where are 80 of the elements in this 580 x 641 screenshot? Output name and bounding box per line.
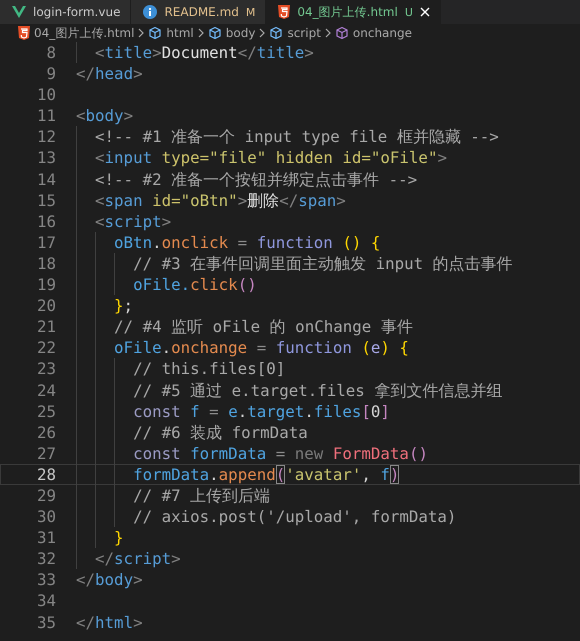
- git-status-letter: M: [246, 6, 256, 18]
- chevron-icon: [259, 28, 266, 38]
- line-number: 10: [36, 84, 57, 106]
- line-number: 27: [36, 442, 57, 464]
- editor-tab[interactable]: README.md M: [131, 0, 266, 24]
- line-number: 13: [36, 147, 57, 169]
- code-line: oFile.onchange = function (e) {: [114, 337, 409, 358]
- code-line: </body>: [76, 569, 143, 590]
- chevron-icon: [324, 28, 331, 38]
- line-number: 11: [36, 105, 57, 126]
- line-number: 19: [36, 274, 57, 296]
- line-number: 30: [36, 506, 57, 528]
- breadcrumb-item[interactable]: html: [166, 26, 194, 40]
- code-line: <span id="oBtn">删除</span>: [95, 190, 346, 211]
- line-number: 23: [36, 358, 57, 380]
- cube-icon: [148, 26, 162, 40]
- breadcrumb-item[interactable]: 04_图片上传.html: [34, 24, 134, 42]
- line-number: 33: [36, 569, 57, 590]
- html-file-icon: [18, 26, 30, 40]
- code-line: <input type="file" hidden id="oFile">: [95, 147, 447, 169]
- code-comment: // #3 在事件回调里面主动触发 input 的点击事件: [133, 252, 513, 274]
- code-comment: // #4 监听 oFile 的 onChange 事件: [114, 316, 413, 338]
- line-number: 35: [36, 612, 57, 633]
- line-number: 14: [36, 168, 57, 190]
- code-line: <script>: [95, 210, 172, 232]
- line-number: 24: [36, 380, 57, 401]
- code-line: };: [114, 295, 134, 316]
- code-line: oFile.click(): [133, 274, 257, 296]
- line-number: 22: [36, 337, 57, 358]
- code-line: </html>: [76, 612, 143, 633]
- line-number: 25: [36, 400, 57, 422]
- line-number: 28: [36, 464, 57, 485]
- line-number: 8: [45, 42, 57, 64]
- git-status-letter: U: [404, 6, 413, 18]
- line-number: 12: [36, 126, 57, 148]
- line-number: 34: [36, 590, 57, 612]
- line-number: 32: [36, 548, 57, 570]
- breadcrumb-item[interactable]: script: [287, 26, 321, 40]
- close-icon[interactable]: [420, 7, 430, 17]
- line-number: 18: [36, 252, 57, 274]
- code-line: const f = e.target.files[0]: [133, 400, 390, 422]
- breadcrumb-item[interactable]: body: [226, 26, 256, 40]
- code-line: oBtn.onclick = function () {: [114, 232, 380, 253]
- code-comment: // #5 通过 e.target.files 拿到文件信息并组: [133, 380, 502, 401]
- line-number: 21: [36, 316, 57, 338]
- code-line: <title>Document</title>: [95, 42, 314, 64]
- line-number: 16: [36, 210, 57, 232]
- code-line: formData.append('avatar', f): [133, 464, 400, 485]
- code-comment: <!-- #1 准备一个 input type file 框并隐藏 -->: [95, 126, 499, 148]
- line-number: 9: [45, 63, 57, 84]
- cube-icon: [334, 26, 349, 40]
- line-number: 31: [36, 527, 57, 548]
- vue-icon: [12, 6, 26, 18]
- chevron-icon: [198, 28, 204, 38]
- tab-label: login-form.vue: [33, 5, 120, 19]
- code-line: </head>: [76, 63, 143, 84]
- html-file-icon: [278, 5, 290, 19]
- cube-icon: [269, 26, 284, 40]
- line-number: 20: [36, 295, 57, 316]
- line-number: 26: [36, 422, 57, 443]
- chevron-icon: [138, 28, 144, 38]
- tab-label: README.md: [164, 5, 239, 19]
- code-comment: // #6 装成 formData: [133, 422, 308, 443]
- code-line: }: [114, 527, 124, 548]
- editor-tab[interactable]: login-form.vue: [0, 0, 132, 24]
- code-line: <body>: [76, 105, 134, 126]
- line-number: 15: [36, 190, 57, 211]
- editor-tab[interactable]: 04_图片上传.html U: [266, 0, 441, 24]
- code-comment: // this.files[0]: [133, 358, 286, 380]
- code-comment: <!-- #2 准备一个按钮并绑定点击事件 -->: [95, 168, 418, 190]
- line-number: 29: [36, 484, 57, 506]
- line-number: 17: [36, 232, 57, 253]
- info-icon: [143, 5, 158, 19]
- code-comment: // #7 上传到后端: [133, 484, 270, 506]
- code-line: const formData = new FormData(): [133, 442, 428, 464]
- code-line: </script>: [95, 548, 181, 570]
- breadcrumb-item[interactable]: onchange: [352, 26, 412, 40]
- tab-label: 04_图片上传.html: [297, 4, 398, 20]
- code-comment: // axios.post('/upload', formData): [133, 506, 456, 528]
- cube-icon: [208, 26, 222, 40]
